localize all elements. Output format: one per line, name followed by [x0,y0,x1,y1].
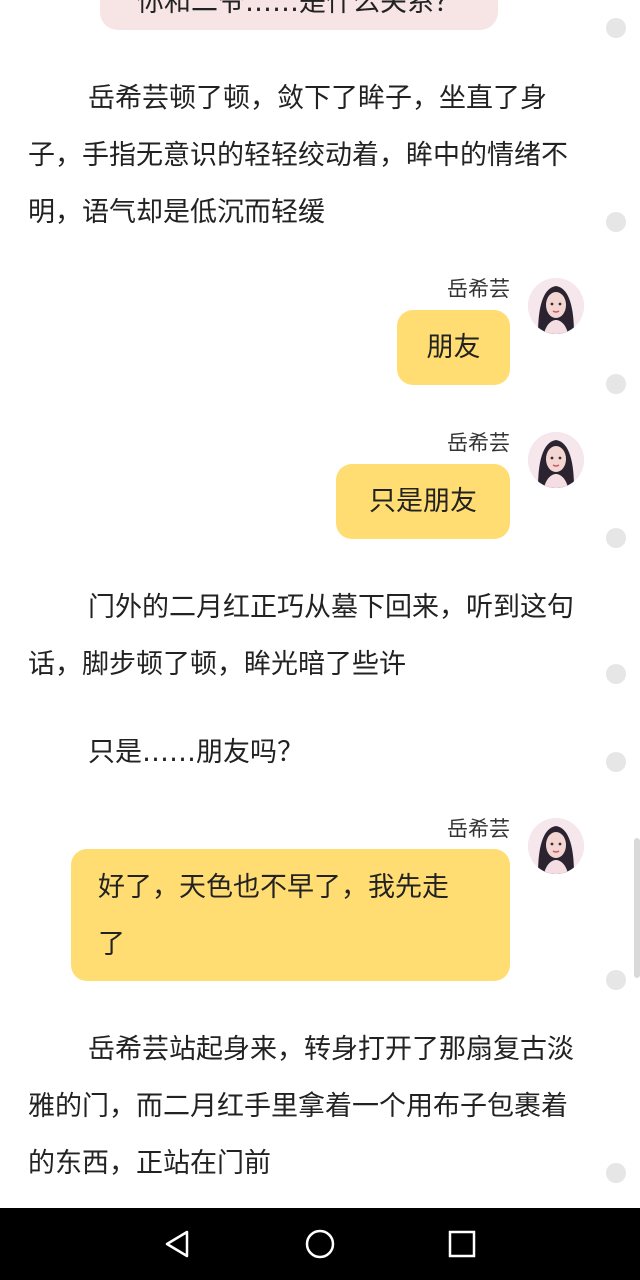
paragraph-comment-dot[interactable] [606,212,626,232]
avatar-portrait-icon [528,278,584,334]
paragraph-comment-dot[interactable] [606,970,626,990]
home-circle-icon [305,1229,335,1259]
narration-paragraph: 岳希芸站起身来，转身打开了那扇复古淡雅的门，而二月红手里拿着一个用布子包裹着的东… [28,1034,574,1179]
back-triangle-icon [165,1230,189,1258]
scrollbar-thumb[interactable] [634,838,640,978]
paragraph-comment-dot[interactable] [606,18,626,38]
previous-message-bubble[interactable]: 你和二爷……是什么关系？ [100,0,498,30]
speaker-avatar[interactable] [528,432,584,488]
recents-square-icon [448,1230,476,1258]
narration-paragraph: 岳希芸顿了顿，敛下了眸子，坐直了身子，手指无意识的轻轻绞动着，眸中的情绪不明，语… [28,83,568,228]
paragraph-comment-dot[interactable] [606,1163,626,1183]
avatar-portrait-icon [528,818,584,874]
speaker-avatar[interactable] [528,278,584,334]
narration-paragraph: 门外的二月红正巧从墓下回来，听到这句话，脚步顿了顿，眸光暗了些许 [28,592,574,680]
message-text: 好了，天色也不早了，我先走了 [98,872,449,960]
system-navigation-bar [0,1208,640,1280]
paragraph-comment-dot[interactable] [606,752,626,772]
message-bubble[interactable]: 朋友 [397,310,510,385]
paragraph-comment-dot[interactable] [606,528,626,548]
speaker-name: 岳希芸 [447,817,510,841]
reader-screen: 你和二爷……是什么关系？ 岳希芸顿了顿，敛下了眸子，坐直了身子，手指无意识的轻轻… [0,0,640,1280]
message-bubble[interactable]: 只是朋友 [336,464,510,539]
message-text: 朋友 [426,332,481,363]
back-button[interactable] [158,1224,198,1264]
home-button[interactable] [300,1224,340,1264]
message-text: 只是朋友 [369,486,477,517]
previous-message-text: 你和二爷……是什么关系？ [137,0,461,18]
message-bubble[interactable]: 好了，天色也不早了，我先走了 [71,849,510,981]
speaker-name: 岳希芸 [447,277,510,301]
speaker-avatar[interactable] [528,818,584,874]
recents-button[interactable] [442,1224,482,1264]
avatar-portrait-icon [528,432,584,488]
speaker-name: 岳希芸 [447,431,510,455]
narration-paragraph: 只是……朋友吗？ [88,737,304,768]
paragraph-comment-dot[interactable] [606,374,626,394]
paragraph-comment-dot[interactable] [606,664,626,684]
